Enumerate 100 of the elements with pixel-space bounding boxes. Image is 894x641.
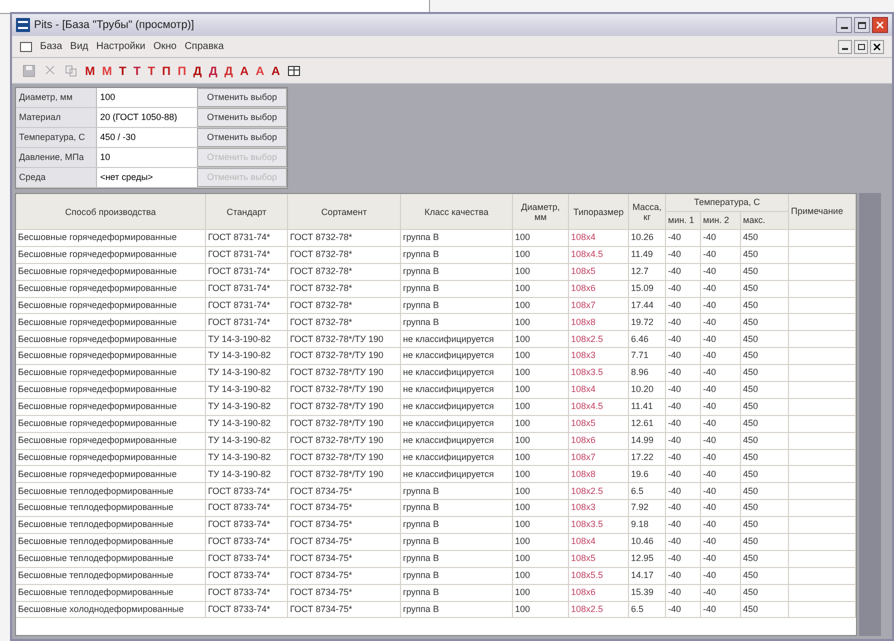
table-cell: 11.41 xyxy=(629,398,666,416)
table-cell: -40 xyxy=(666,382,701,399)
menu-item[interactable]: Настройки xyxy=(96,39,146,54)
table-cell: 450 xyxy=(741,398,789,416)
table-cell: 100 xyxy=(513,416,569,433)
maximize-button[interactable] xyxy=(854,17,870,33)
table-cell: 19.72 xyxy=(629,314,666,332)
close-button[interactable] xyxy=(872,17,888,33)
table-cell: -40 xyxy=(666,416,701,433)
table-cell: Бесшовные горячедеформированные xyxy=(16,331,206,348)
window-title: Pits - [База "Трубы" (просмотр)] xyxy=(34,18,194,33)
menu-item[interactable]: Окно xyxy=(153,39,177,54)
table-cell: 14.17 xyxy=(629,568,666,585)
table-cell: Бесшовные горячедеформированные xyxy=(16,230,206,247)
mdi-minimize-button[interactable] xyxy=(838,40,852,54)
letter-tool-button[interactable]: Т xyxy=(131,62,143,80)
table-cell: ГОСТ 8731-74* xyxy=(206,314,288,332)
table-cell: 450 xyxy=(741,450,789,466)
table-cell: 450 xyxy=(741,331,789,348)
table-cell: 6.46 xyxy=(629,331,666,348)
letter-tool-button[interactable]: Т xyxy=(146,62,158,80)
filter-label: Среда xyxy=(16,168,98,187)
table-cell: Бесшовные теплодеформированные xyxy=(16,584,206,602)
table-cell: ГОСТ 8731-74* xyxy=(206,246,288,264)
table-cell: не классифицируется xyxy=(401,416,513,433)
table-cell: 10.46 xyxy=(629,534,666,551)
table-cell: 450 xyxy=(741,246,789,264)
letter-tool-button[interactable]: А xyxy=(269,62,282,80)
clear-selection-button[interactable]: Отменить выбор xyxy=(197,108,287,127)
table-cell: -40 xyxy=(666,500,701,518)
table-cell: 450 xyxy=(741,483,789,500)
table-cell: 100 xyxy=(513,500,569,518)
table-cell: 100 xyxy=(513,483,569,500)
letter-tool-button[interactable]: М xyxy=(83,62,97,80)
letter-tool-button[interactable]: Д xyxy=(222,62,235,80)
table-cell xyxy=(789,264,856,281)
table-cell: Бесшовные горячедеформированные xyxy=(16,264,206,281)
table-cell: ГОСТ 8733-74* xyxy=(206,568,288,585)
letter-tool-button[interactable]: А xyxy=(238,62,251,80)
table-cell: группа В xyxy=(401,280,513,298)
letter-tool-button[interactable]: П xyxy=(160,62,173,80)
table-cell: 450 xyxy=(741,500,789,518)
filter-label: Давление, МПа xyxy=(16,148,98,167)
table-cell: 108x3.5 xyxy=(569,365,629,382)
table-cell: 450 xyxy=(741,298,789,314)
letter-tool-button[interactable]: Д xyxy=(191,62,204,80)
table-cell: ГОСТ 8733-74* xyxy=(206,483,288,500)
menu-item[interactable]: Вид xyxy=(70,39,88,54)
column-header: Способ производства xyxy=(16,194,206,230)
table-cell: Бесшовные теплодеформированные xyxy=(16,568,206,585)
table-cell: ГОСТ 8734-75* xyxy=(288,550,401,568)
filter-field[interactable]: 20 (ГОСТ 1050-88) xyxy=(97,108,198,127)
table-cell: ГОСТ 8731-74* xyxy=(206,280,288,298)
filter-field[interactable]: 100 xyxy=(97,88,198,107)
table-cell: -40 xyxy=(666,230,701,247)
table-cell: Бесшовные горячедеформированные xyxy=(16,314,206,332)
table-cell: ГОСТ 8732-78* xyxy=(288,280,401,298)
table-cell: 15.09 xyxy=(629,280,666,298)
filter-label: Диаметр, мм xyxy=(16,88,98,107)
table-cell: -40 xyxy=(701,466,741,484)
table-cell: 450 xyxy=(741,432,789,450)
table-cell: 100 xyxy=(513,568,569,585)
table-cell: Бесшовные горячедеформированные xyxy=(16,382,206,399)
table-cell: 450 xyxy=(741,280,789,298)
table-cell: ТУ 14-3-190-82 xyxy=(206,365,288,382)
table-cell: 108x2.5 xyxy=(569,483,629,500)
letter-tool-button[interactable]: П xyxy=(176,62,188,80)
app-logo-icon xyxy=(16,18,30,32)
table-cell: ГОСТ 8732-78*/ТУ 190 xyxy=(288,365,401,382)
filter-field[interactable]: 450 / -30 xyxy=(97,128,198,147)
table-cell xyxy=(789,568,856,585)
letter-tool-button[interactable]: А xyxy=(254,62,266,80)
minimize-button[interactable] xyxy=(836,17,852,33)
table-cell: -40 xyxy=(666,432,701,450)
table-cell: группа В xyxy=(401,584,513,602)
table-cell: 100 xyxy=(513,432,569,450)
letter-tool-button[interactable]: Д xyxy=(206,62,220,80)
menu-item[interactable]: Справка xyxy=(184,39,224,54)
table-cell: 450 xyxy=(741,230,789,247)
column-header: Примечание xyxy=(789,194,856,230)
table-cell: -40 xyxy=(666,534,701,551)
table-cell: Бесшовные горячедеформированные xyxy=(16,298,206,314)
mdi-restore-button[interactable] xyxy=(854,40,868,54)
table-cell: -40 xyxy=(701,483,741,500)
table-cell: 450 xyxy=(741,466,789,484)
table-cell: не классифицируется xyxy=(401,432,513,450)
table-cell xyxy=(789,298,856,314)
table-cell: ГОСТ 8734-75* xyxy=(288,517,401,534)
menu-item[interactable]: База xyxy=(40,39,62,54)
table-cell: -40 xyxy=(701,500,741,518)
letter-tool-button[interactable]: Т xyxy=(117,62,128,80)
mdi-close-button[interactable] xyxy=(870,40,884,54)
table-cell: 7.71 xyxy=(629,348,666,366)
table-cell: группа В xyxy=(401,602,513,618)
clear-selection-button[interactable]: Отменить выбор xyxy=(197,88,287,107)
table-cell: 450 xyxy=(741,264,789,281)
table-cell: -40 xyxy=(701,517,741,534)
letter-tool-button[interactable]: М xyxy=(100,62,114,80)
table-cell xyxy=(789,246,856,264)
clear-selection-button[interactable]: Отменить выбор xyxy=(197,128,287,147)
